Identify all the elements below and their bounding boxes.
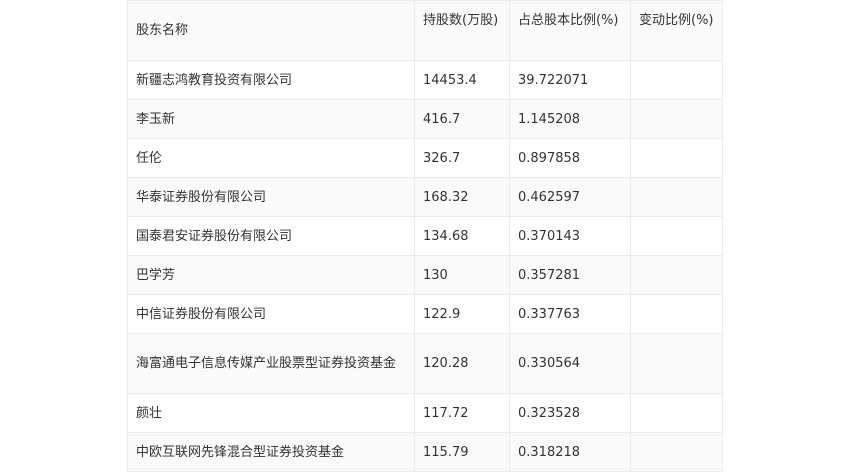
shares-cell: 130 (414, 255, 510, 295)
shares-cell: 14453.4 (414, 60, 510, 100)
column-header-change: 变动比例(%) (630, 0, 723, 61)
shares-cell: 117.72 (414, 393, 510, 433)
shares-cell: 134.68 (414, 216, 510, 256)
change-cell (630, 432, 723, 472)
change-cell (630, 60, 723, 100)
table-row: 李玉新 416.7 1.145208 (127, 99, 723, 139)
table-body: 新疆志鸿教育投资有限公司 14453.4 39.722071 李玉新 416.7… (127, 60, 723, 472)
shares-cell: 168.32 (414, 177, 510, 217)
ratio-cell: 0.357281 (509, 255, 631, 295)
shares-cell: 115.79 (414, 432, 510, 472)
holder-name-cell: 华泰证券股份有限公司 (127, 177, 415, 217)
holder-name-cell: 中信证券股份有限公司 (127, 294, 415, 334)
ratio-cell: 0.337763 (509, 294, 631, 334)
ratio-cell: 0.462597 (509, 177, 631, 217)
change-cell (630, 294, 723, 334)
table-row: 任伦 326.7 0.897858 (127, 138, 723, 178)
holder-name-cell: 国泰君安证券股份有限公司 (127, 216, 415, 256)
change-cell (630, 333, 723, 394)
holder-name-cell: 中欧互联网先锋混合型证券投资基金 (127, 432, 415, 472)
change-cell (630, 216, 723, 256)
ratio-cell: 0.370143 (509, 216, 631, 256)
header-row: 股东名称 持股数(万股) 占总股本比例(%) 变动比例(%) (127, 0, 723, 61)
ratio-cell: 0.318218 (509, 432, 631, 472)
change-cell (630, 177, 723, 217)
shares-cell: 120.28 (414, 333, 510, 394)
column-header-shares: 持股数(万股) (414, 0, 510, 61)
table-row: 海富通电子信息传媒产业股票型证券投资基金 120.28 0.330564 (127, 333, 723, 394)
column-header-holder-name: 股东名称 (127, 0, 415, 61)
holder-name-cell: 巴学芳 (127, 255, 415, 295)
shares-cell: 416.7 (414, 99, 510, 139)
change-cell (630, 138, 723, 178)
holder-name-cell: 颜壮 (127, 393, 415, 433)
ratio-cell: 0.897858 (509, 138, 631, 178)
change-cell (630, 255, 723, 295)
table-row: 颜壮 117.72 0.323528 (127, 393, 723, 433)
table-row: 中信证券股份有限公司 122.9 0.337763 (127, 294, 723, 334)
column-header-ratio: 占总股本比例(%) (509, 0, 631, 61)
ratio-cell: 0.330564 (509, 333, 631, 394)
table-row: 中欧互联网先锋混合型证券投资基金 115.79 0.318218 (127, 432, 723, 472)
shares-cell: 122.9 (414, 294, 510, 334)
holder-name-cell: 任伦 (127, 138, 415, 178)
ratio-cell: 1.145208 (509, 99, 631, 139)
holder-name-cell: 李玉新 (127, 99, 415, 139)
holder-name-cell: 新疆志鸿教育投资有限公司 (127, 60, 415, 100)
ratio-cell: 0.323528 (509, 393, 631, 433)
table-row: 国泰君安证券股份有限公司 134.68 0.370143 (127, 216, 723, 256)
shareholders-table: 股东名称 持股数(万股) 占总股本比例(%) 变动比例(%) 新疆志鸿教育投资有… (127, 0, 723, 472)
change-cell (630, 393, 723, 433)
shares-cell: 326.7 (414, 138, 510, 178)
change-cell (630, 99, 723, 139)
table-header: 股东名称 持股数(万股) 占总股本比例(%) 变动比例(%) (127, 0, 723, 61)
ratio-cell: 39.722071 (509, 60, 631, 100)
table-row: 巴学芳 130 0.357281 (127, 255, 723, 295)
table-row: 华泰证券股份有限公司 168.32 0.462597 (127, 177, 723, 217)
table-row: 新疆志鸿教育投资有限公司 14453.4 39.722071 (127, 60, 723, 100)
holder-name-cell: 海富通电子信息传媒产业股票型证券投资基金 (127, 333, 415, 394)
